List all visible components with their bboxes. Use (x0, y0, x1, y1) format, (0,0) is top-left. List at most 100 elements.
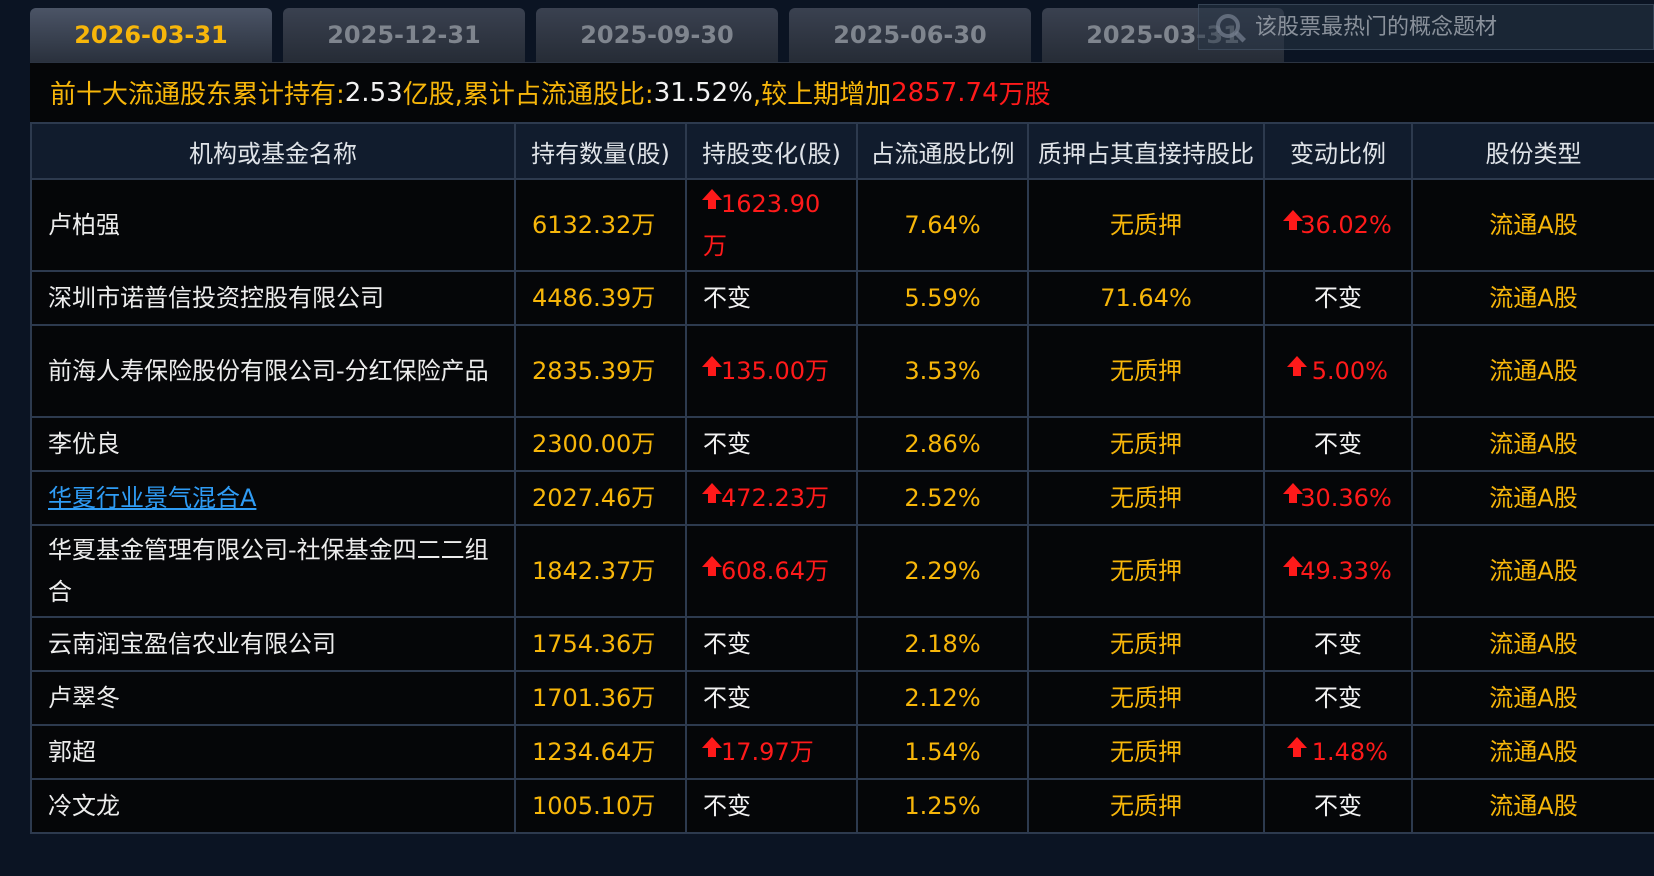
holder-name: 卢翠冬 (48, 684, 120, 712)
float-share-ratio: 2.18% (856, 616, 1029, 672)
pledge-ratio: 无质押 (1027, 616, 1265, 672)
search-icon[interactable] (1207, 7, 1247, 47)
table-row: 深圳市诺普信投资控股有限公司 4486.39万 不变 5.59% 71.64% 不变 流通A… (30, 270, 1654, 326)
tab-2025-12-31[interactable]: 2025-12-31 (283, 8, 525, 62)
tab-2025-06-30[interactable]: 2025-06-30 (789, 8, 1031, 62)
pledge-ratio: 无质押 (1027, 324, 1265, 418)
holder-name: 冷文龙 (48, 792, 120, 820)
holding-quantity: 1754.36万 (514, 616, 687, 672)
holder-name-cell: 深圳市诺普信投资控股有限公司 (30, 270, 516, 326)
fund-link[interactable]: 华夏行业景气混合A (48, 484, 256, 512)
share-type: 流通A股 (1411, 178, 1654, 272)
summary-total-value: 2.53 (344, 77, 403, 108)
share-type: 流通A股 (1411, 616, 1654, 672)
column-header-share-type[interactable]: 股份类型 (1411, 122, 1654, 180)
holder-name-cell: 冷文龙 (30, 778, 516, 834)
float-share-ratio: 2.12% (856, 670, 1029, 726)
holding-quantity: 2027.46万 (514, 470, 687, 526)
holding-change-cell: 1623.90万 (685, 178, 858, 272)
share-type: 流通A股 (1411, 524, 1654, 618)
change-ratio: 不变 (1314, 630, 1362, 658)
change-ratio-cell: 不变 (1263, 778, 1413, 834)
share-type: 流通A股 (1411, 670, 1654, 726)
float-share-ratio: 3.53% (856, 324, 1029, 418)
holder-name-cell: 华夏基金管理有限公司-社保基金四二二组合 (30, 524, 516, 618)
holder-name: 卢柏强 (48, 211, 120, 239)
summary-change-value: 2857.74 (891, 77, 999, 108)
holding-change: 不变 (703, 792, 751, 820)
holding-quantity: 1842.37万 (514, 524, 687, 618)
holder-name-cell[interactable]: 华夏行业景气混合A (30, 470, 516, 526)
table-header-row: 机构或基金名称 持有数量(股) 持股变化(股) 占流通股比例 质押占其直接持股比… (30, 122, 1654, 180)
share-type: 流通A股 (1411, 416, 1654, 472)
holding-change: 472.23万 (721, 484, 829, 512)
change-ratio-cell: 不变 (1263, 670, 1413, 726)
tab-2026-03-31[interactable]: 2026-03-31 (30, 8, 272, 62)
table-row: 云南润宝盈信农业有限公司 1754.36万 不变 2.18% 无质押 不变 流通A股 (30, 616, 1654, 672)
share-type: 流通A股 (1411, 724, 1654, 780)
holding-quantity: 6132.32万 (514, 178, 687, 272)
holder-summary: 前十大流通股东累计持有: 2.53 亿股 ,累计占流通股比: 31.52% ,较… (30, 62, 1654, 122)
column-header-name[interactable]: 机构或基金名称 (30, 122, 516, 180)
change-ratio-cell: 不变 (1263, 416, 1413, 472)
column-header-change-ratio[interactable]: 变动比例 (1263, 122, 1413, 180)
holding-quantity: 2300.00万 (514, 416, 687, 472)
summary-total-label: 前十大流通股东累计持有: (50, 80, 345, 110)
pledge-ratio: 无质押 (1027, 524, 1265, 618)
holding-change: 17.97万 (721, 738, 814, 766)
holding-change: 不变 (703, 284, 751, 312)
holding-change: 不变 (703, 630, 751, 658)
change-ratio-cell: 36.02% (1263, 178, 1413, 272)
summary-ratio-label: ,累计占流通股比: (454, 80, 654, 110)
table-row: 李优良 2300.00万 不变 2.86% 无质押 不变 流通A股 (30, 416, 1654, 472)
table-row: 华夏基金管理有限公司-社保基金四二二组合 1842.37万 608.64万 2.29%… (30, 524, 1654, 618)
search-input[interactable] (1247, 13, 1653, 41)
column-header-float-ratio[interactable]: 占流通股比例 (856, 122, 1029, 180)
page: 2026-03-31 2025-12-31 2025-09-30 2025-06… (0, 0, 1654, 876)
table-row: 卢柏强 6132.32万 1623.90万 7.64% 无质押 36.02% 流通A股 (30, 178, 1654, 272)
change-ratio-cell: 不变 (1263, 616, 1413, 672)
pledge-ratio: 无质押 (1027, 416, 1265, 472)
holding-quantity: 2835.39万 (514, 324, 687, 418)
holding-change-cell: 不变 (685, 616, 858, 672)
holding-change-cell: 17.97万 (685, 724, 858, 780)
float-share-ratio: 1.25% (856, 778, 1029, 834)
report-date-tabs: 2026-03-31 2025-12-31 2025-09-30 2025-06… (30, 8, 1295, 62)
summary-total-unit: 亿股 (402, 80, 455, 110)
column-header-pledge-ratio[interactable]: 质押占其直接持股比 (1027, 122, 1265, 180)
holding-change-cell: 472.23万 (685, 470, 858, 526)
share-type: 流通A股 (1411, 778, 1654, 834)
holder-name-cell: 卢柏强 (30, 178, 516, 272)
pledge-ratio: 无质押 (1027, 670, 1265, 726)
change-ratio: 49.33% (1300, 557, 1392, 585)
float-share-ratio: 7.64% (856, 178, 1029, 272)
holding-quantity: 1234.64万 (514, 724, 687, 780)
pledge-ratio: 无质押 (1027, 178, 1265, 272)
holder-name: 李优良 (48, 430, 120, 458)
holder-name: 深圳市诺普信投资控股有限公司 (48, 284, 384, 312)
share-type: 流通A股 (1411, 324, 1654, 418)
holding-quantity: 4486.39万 (514, 270, 687, 326)
column-header-quantity[interactable]: 持有数量(股) (514, 122, 687, 180)
concept-search-box[interactable] (1198, 4, 1654, 50)
tab-2025-09-30[interactable]: 2025-09-30 (536, 8, 778, 62)
change-ratio-cell: 不变 (1263, 270, 1413, 326)
pledge-ratio: 无质押 (1027, 470, 1265, 526)
holder-name: 云南润宝盈信农业有限公司 (48, 630, 336, 658)
table-row: 前海人寿保险股份有限公司-分红保险产品 2835.39万 135.00万 3.53% 无… (30, 324, 1654, 418)
holding-quantity: 1701.36万 (514, 670, 687, 726)
pledge-ratio: 71.64% (1027, 270, 1265, 326)
table-row: 华夏行业景气混合A 2027.46万 472.23万 2.52% 无质押 30.36% 流通… (30, 470, 1654, 526)
float-share-ratio: 2.29% (856, 524, 1029, 618)
holding-change: 不变 (703, 430, 751, 458)
change-ratio: 30.36% (1300, 484, 1392, 512)
holder-name: 华夏基金管理有限公司-社保基金四二二组合 (48, 536, 489, 606)
pledge-ratio: 无质押 (1027, 724, 1265, 780)
holding-change: 608.64万 (721, 557, 829, 585)
holder-name-cell: 云南润宝盈信农业有限公司 (30, 616, 516, 672)
holding-change-cell: 135.00万 (685, 324, 858, 418)
change-ratio-cell: 49.33% (1263, 524, 1413, 618)
holder-name: 前海人寿保险股份有限公司-分红保险产品 (48, 357, 489, 385)
summary-change-unit: 万股 (998, 80, 1051, 110)
column-header-change[interactable]: 持股变化(股) (685, 122, 858, 180)
